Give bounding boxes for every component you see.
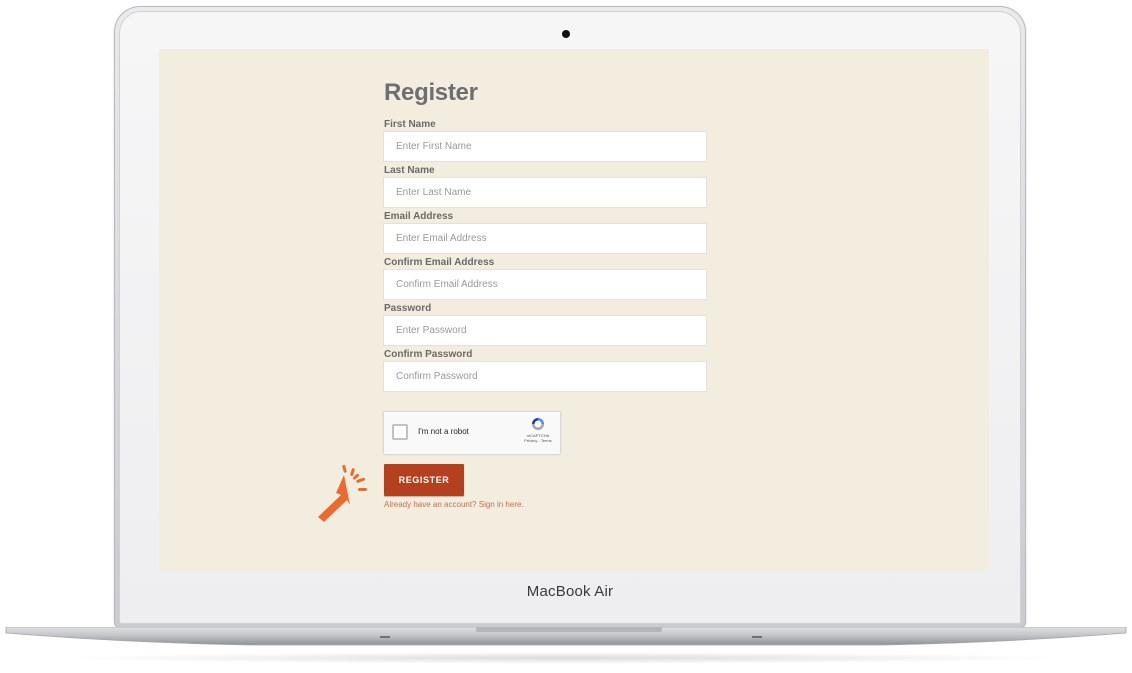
confirm-email-label: Confirm Email Address [384, 257, 495, 268]
sign-in-link[interactable]: Already have an account? Sign in here. [384, 500, 524, 509]
recaptcha-label: I'm not a robot [418, 427, 469, 436]
camera-icon [562, 30, 570, 38]
device-brand-label: MacBook Air [526, 583, 614, 600]
register-button[interactable]: REGISTER [384, 464, 464, 496]
laptop-base [0, 627, 1132, 649]
recaptcha-widget: I'm not a robot reCAPTCHA Privacy - Term… [383, 411, 561, 455]
email-label: Email Address [384, 211, 454, 222]
first-name-label: First Name [384, 119, 436, 130]
confirm-email-input[interactable]: Confirm Email Address [383, 269, 707, 300]
recaptcha-logo-icon [532, 418, 544, 430]
laptop-shadow [60, 652, 1072, 664]
page-title: Register [384, 79, 478, 106]
first-name-input[interactable]: Enter First Name [383, 131, 707, 162]
email-input[interactable]: Enter Email Address [383, 223, 707, 254]
confirm-password-input[interactable]: Confirm Password [383, 361, 707, 392]
password-input[interactable]: Enter Password [383, 315, 707, 346]
recaptcha-terms-link[interactable]: Privacy - Terms [523, 438, 553, 443]
last-name-input[interactable]: Enter Last Name [383, 177, 707, 208]
last-name-label: Last Name [384, 165, 435, 176]
screen: Register First Name Enter First Name Las… [159, 49, 989, 571]
password-label: Password [384, 303, 432, 314]
confirm-password-label: Confirm Password [384, 349, 473, 360]
register-form: Register First Name Enter First Name Las… [383, 79, 713, 509]
recaptcha-logo: reCAPTCHA Privacy - Terms [523, 416, 553, 443]
hand-pointer-icon [318, 465, 367, 522]
recaptcha-checkbox[interactable] [392, 424, 408, 440]
